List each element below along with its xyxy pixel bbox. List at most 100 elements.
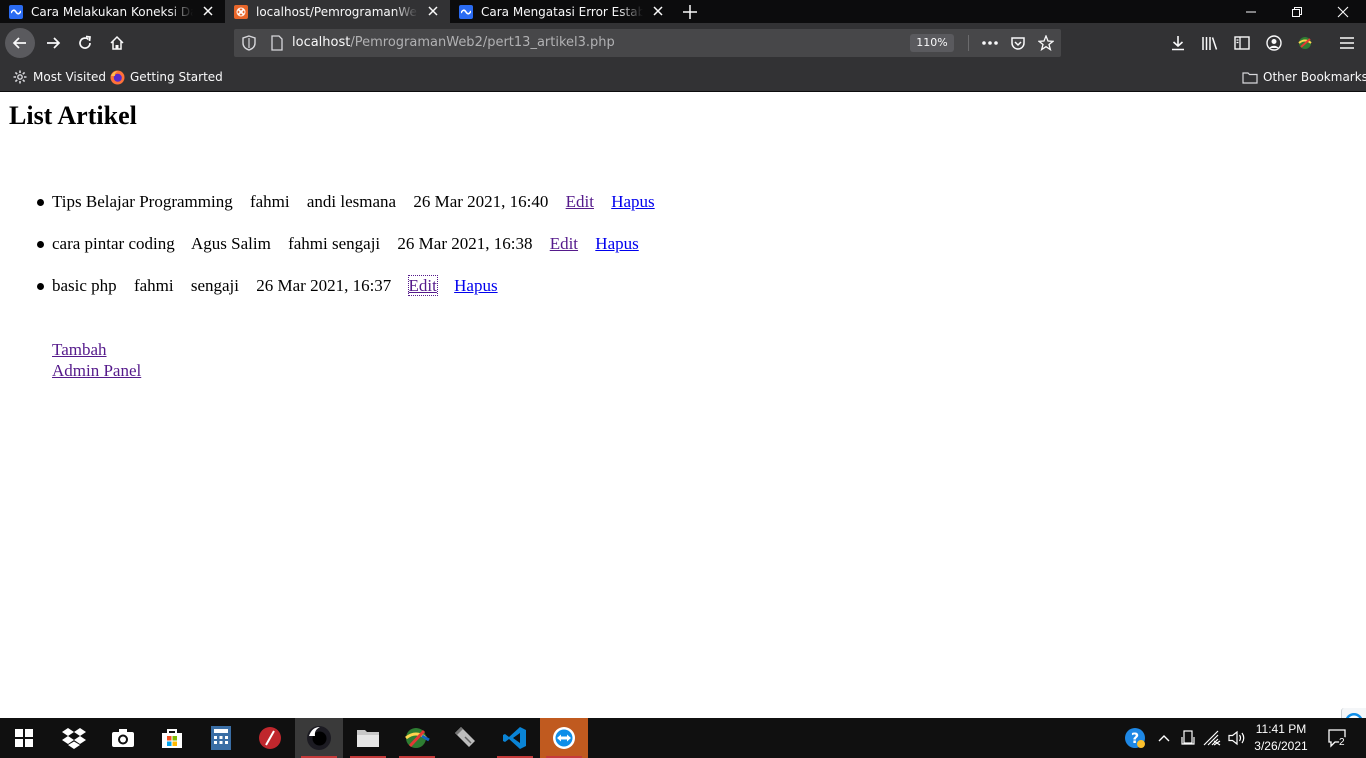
tab-koneksi-database[interactable]: Cara Melakukan Koneksi Datab: [0, 0, 225, 23]
file-explorer-taskbar-button[interactable]: [344, 718, 392, 758]
store-bag-icon: [162, 729, 182, 748]
bookmark-star-button[interactable]: [1036, 33, 1056, 53]
volume-tray-button[interactable]: [1226, 718, 1248, 758]
teamviewer-taskbar-button[interactable]: [540, 718, 588, 758]
firefox-icon: [109, 69, 125, 85]
reload-button[interactable]: [70, 28, 100, 58]
article-date: 26 Mar 2021, 16:40: [413, 192, 549, 211]
globe-icon: [405, 728, 430, 748]
edit-link[interactable]: Edit: [407, 275, 438, 296]
globe-app-taskbar-button[interactable]: [393, 718, 441, 758]
network-disconnected-icon: [1203, 730, 1221, 746]
library-button[interactable]: [1200, 33, 1220, 53]
extension-button[interactable]: [1295, 33, 1315, 53]
windows-logo-icon: [15, 729, 33, 747]
sidebar-button[interactable]: [1232, 33, 1252, 53]
tab-mengatasi-error[interactable]: Cara Mengatasi Error Establishi: [450, 0, 675, 23]
arrow-left-icon: [12, 37, 26, 49]
page-title: List Artikel: [9, 101, 137, 130]
wave-favicon-icon: [459, 4, 473, 19]
article-category: fahmi: [133, 276, 174, 295]
bookmarks-toolbar: Most Visited Getting Started Other Bookm…: [0, 63, 1366, 92]
store-taskbar-button[interactable]: [148, 718, 196, 758]
bookmark-other[interactable]: Other Bookmarks: [1242, 63, 1366, 91]
back-button[interactable]: [5, 28, 35, 58]
list-bullet: [37, 241, 44, 248]
edit-link[interactable]: Edit: [566, 192, 594, 211]
network-tray-button[interactable]: [1201, 718, 1223, 758]
firefox-taskbar-button[interactable]: [295, 718, 343, 758]
xampp-favicon-icon: [234, 4, 248, 19]
minimize-button[interactable]: [1228, 0, 1274, 23]
clock-date: 3/26/2021: [1254, 739, 1308, 753]
camera-taskbar-button[interactable]: [99, 718, 147, 758]
close-icon: [1337, 6, 1349, 17]
system-clock[interactable]: 11:41 PM 3/26/2021: [1246, 721, 1316, 755]
start-button[interactable]: [0, 718, 48, 758]
pen-tool-icon: [455, 727, 475, 747]
vscode-taskbar-button[interactable]: [491, 718, 539, 758]
delete-link[interactable]: Hapus: [454, 276, 497, 295]
page-actions-button[interactable]: [980, 33, 1000, 53]
home-button[interactable]: [102, 28, 132, 58]
device-tray-button[interactable]: [1178, 718, 1198, 758]
close-icon[interactable]: [651, 4, 665, 18]
forward-button[interactable]: [38, 28, 68, 58]
navigation-toolbar: localhost/PemrogramanWeb2/pert13_artikel…: [0, 23, 1366, 63]
firefox-dark-icon: [307, 726, 331, 750]
windows-taskbar: ? 11:41 PM 3/26/2021 2: [0, 718, 1366, 758]
speaker-icon: [1228, 730, 1245, 746]
delete-link[interactable]: Hapus: [595, 234, 638, 253]
app-red-taskbar-button[interactable]: [246, 718, 294, 758]
tab-localhost[interactable]: localhost/PemrogramanWeb2/: [225, 0, 450, 23]
close-icon[interactable]: [201, 4, 215, 18]
url-path: /PemrogramanWeb2/pert13_artikel3.php: [350, 35, 615, 50]
reload-icon: [79, 35, 91, 49]
edit-link[interactable]: Edit: [550, 234, 578, 253]
downloads-button[interactable]: [1168, 33, 1188, 53]
page-info-icon[interactable]: [270, 35, 284, 55]
pocket-button[interactable]: [1008, 33, 1028, 53]
delete-link[interactable]: Hapus: [611, 192, 654, 211]
library-icon: [1202, 37, 1218, 50]
show-hidden-icons-button[interactable]: [1154, 718, 1174, 758]
list-bullet: [37, 283, 44, 290]
url-text[interactable]: localhost/PemrogramanWeb2/pert13_artikel…: [292, 29, 615, 57]
article-category: fahmi: [249, 192, 290, 211]
tab-title: localhost/PemrogramanWeb2/: [256, 4, 418, 19]
admin-panel-link[interactable]: Admin Panel: [52, 360, 141, 381]
close-window-button[interactable]: [1320, 0, 1366, 23]
restore-button[interactable]: [1274, 0, 1320, 23]
teamviewer-icon: [553, 727, 575, 749]
add-article-link[interactable]: Tambah: [52, 339, 107, 360]
menu-button[interactable]: [1337, 33, 1357, 53]
action-center-button[interactable]: 2: [1320, 718, 1356, 758]
zoom-badge[interactable]: 110%: [910, 34, 954, 52]
article-title: Tips Belajar Programming: [52, 192, 233, 211]
account-button[interactable]: [1264, 33, 1284, 53]
gear-icon: [12, 69, 28, 85]
extension-globe-icon: [1298, 37, 1312, 49]
dropbox-taskbar-button[interactable]: [50, 718, 98, 758]
help-tray-button[interactable]: ?: [1122, 718, 1148, 758]
vscode-icon: [503, 727, 526, 749]
calculator-taskbar-button[interactable]: [197, 718, 245, 758]
bookmark-label: Most Visited: [33, 70, 107, 84]
article-item: cara pintar coding Agus Salim fahmi seng…: [0, 233, 668, 275]
address-bar[interactable]: localhost/PemrogramanWeb2/pert13_artikel…: [234, 29, 1061, 57]
download-icon: [1172, 36, 1184, 51]
device-icon: [1181, 730, 1195, 745]
clock-time: 11:41 PM: [1255, 722, 1307, 736]
hamburger-menu-icon: [1340, 37, 1354, 49]
article-list: Tips Belajar Programming fahmi andi lesm…: [0, 191, 668, 317]
article-date: 26 Mar 2021, 16:38: [397, 234, 533, 253]
close-icon[interactable]: [426, 4, 440, 18]
bookmark-getting-started[interactable]: Getting Started: [109, 63, 223, 91]
article-author: andi lesmana: [306, 192, 397, 211]
shield-icon[interactable]: [242, 35, 256, 55]
bookmark-most-visited[interactable]: Most Visited: [12, 63, 106, 91]
new-tab-button[interactable]: [675, 0, 705, 23]
notification-icon: [1328, 729, 1349, 748]
url-host: localhost: [292, 35, 351, 50]
tool-app-taskbar-button[interactable]: [442, 718, 490, 758]
